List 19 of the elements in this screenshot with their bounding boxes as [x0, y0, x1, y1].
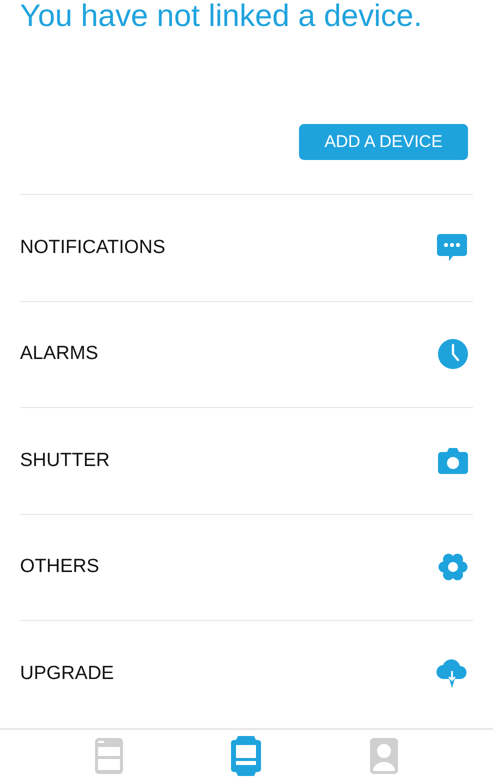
menu-label: ALARMS [20, 342, 98, 366]
menu-label: SHUTTER [20, 448, 110, 472]
menu-row[interactable]: ALARMS [20, 302, 473, 408]
profile-icon [369, 736, 400, 775]
menu-row[interactable]: OTHERS [20, 514, 473, 621]
smartwatch-icon [230, 734, 262, 777]
menu-row[interactable]: UPGRADE [20, 621, 473, 728]
page-heading: You have not linked a device. [20, 0, 424, 35]
chat-bubble-icon [436, 232, 468, 263]
list-icon [94, 736, 124, 775]
menu-label: OTHERS [20, 555, 100, 579]
menu-row[interactable]: SHUTTER [20, 408, 473, 514]
menu-row[interactable]: NOTIFICATIONS [20, 195, 473, 302]
menu-label: NOTIFICATIONS [20, 236, 166, 260]
clock-icon [438, 339, 468, 370]
gear-icon [438, 552, 468, 582]
camera-icon [438, 446, 468, 475]
menu-label: UPGRADE [20, 662, 114, 686]
cloud-download-icon [436, 659, 468, 690]
